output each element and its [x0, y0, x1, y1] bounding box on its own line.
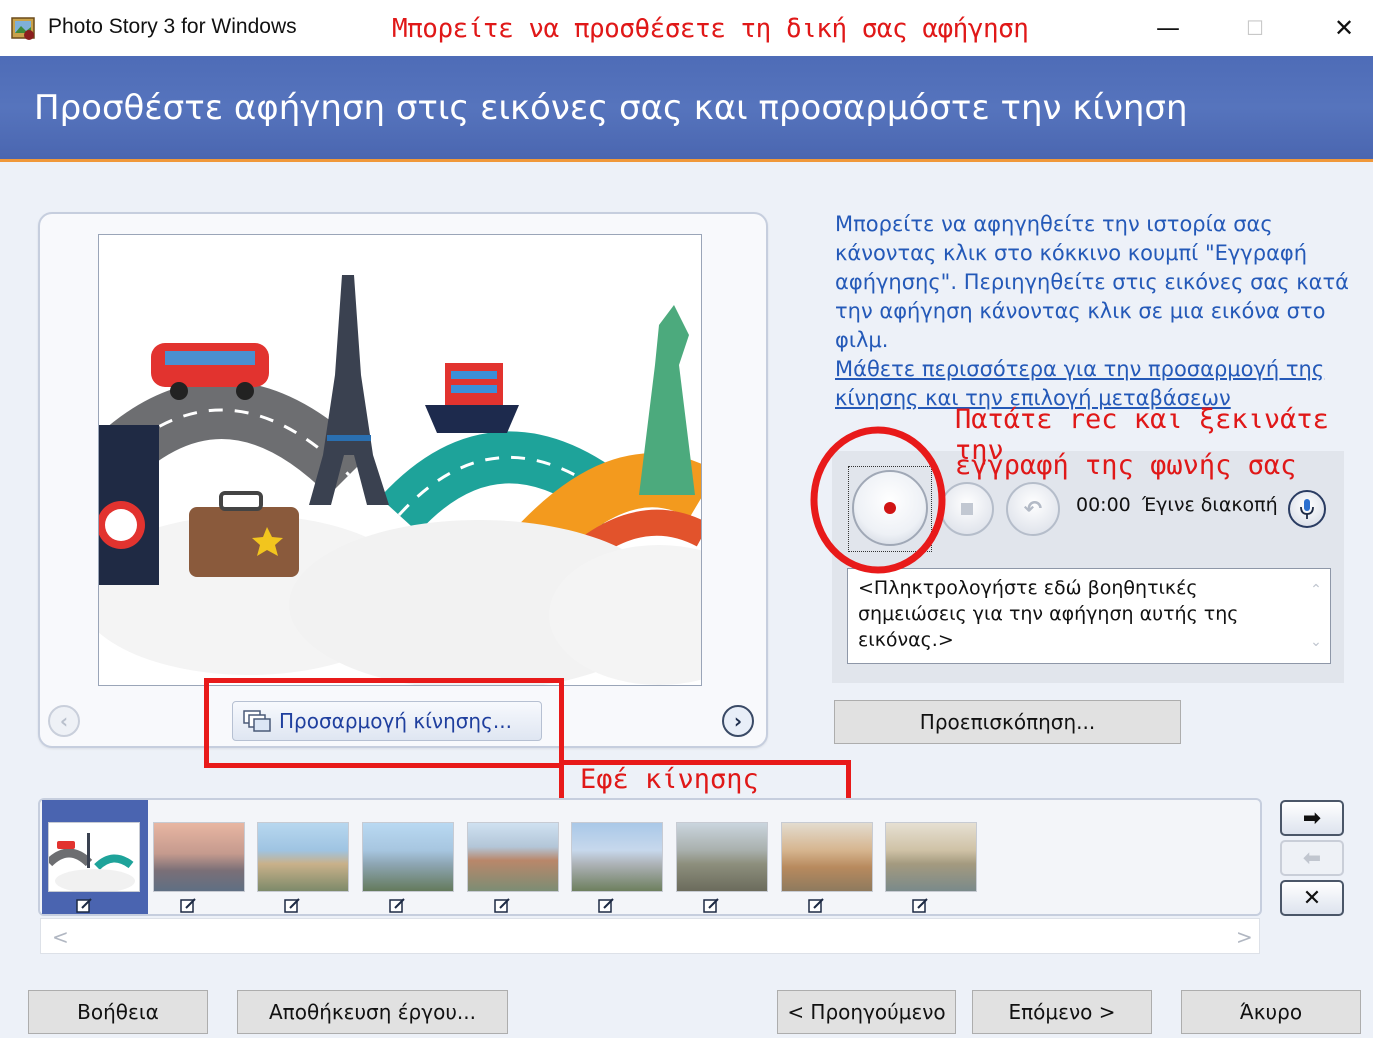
stop-icon	[961, 503, 973, 515]
minimize-button[interactable]: —	[1145, 8, 1191, 48]
cancel-button[interactable]: Άκυρο	[1181, 990, 1361, 1034]
title-bar: Photo Story 3 for Windows Μπορείτε να πρ…	[0, 0, 1373, 56]
back-button[interactable]: < Προηγούμενο	[777, 990, 956, 1034]
filmstrip-scrollbar[interactable]	[40, 918, 1260, 954]
photo-story-app-icon	[11, 17, 35, 40]
remove-picture-button[interactable]: ✕	[1280, 880, 1344, 916]
arrow-left-icon: ⬅	[1302, 845, 1322, 871]
delete-icon: ✕	[1302, 885, 1322, 911]
thumbnail-city-rooftops[interactable]	[467, 822, 559, 892]
notes-scrollbar[interactable]: ⌃ ⌄	[1304, 571, 1328, 661]
page-title: Προσθέστε αφήγηση στις εικόνες σας και π…	[34, 88, 1188, 128]
edit-thumbnail-icon[interactable]	[598, 897, 616, 913]
travel-illustration-image	[99, 235, 701, 685]
narration-instructions: Μπορείτε να αφηγηθείτε την ιστορία σας κ…	[835, 212, 1349, 352]
annotation-record-hint-line2: εγγραφή της φωνής σας	[955, 450, 1297, 481]
edit-thumbnail-icon[interactable]	[180, 897, 198, 913]
delete-narration-button[interactable]: ↶	[1006, 482, 1060, 536]
annotation-box-motion-button	[204, 678, 564, 768]
microphone-settings-button[interactable]	[1288, 490, 1326, 528]
arrow-right-icon: ➡	[1302, 805, 1322, 831]
thumbnail-budapest-river[interactable]	[153, 822, 245, 892]
edit-thumbnail-icon[interactable]	[808, 897, 826, 913]
thumbnail-arc-de-triomphe[interactable]	[257, 822, 349, 892]
edit-thumbnail-icon[interactable]	[284, 897, 302, 913]
previous-image-button[interactable]: ‹	[48, 705, 80, 737]
edit-thumbnail-icon[interactable]	[389, 897, 407, 913]
edit-thumbnail-icon[interactable]	[494, 897, 512, 913]
thumbnail-eiffel-tower[interactable]	[571, 822, 663, 892]
annotation-motion-effect: Εφέ κίνησης	[580, 764, 759, 795]
microphone-icon	[1300, 499, 1314, 519]
move-picture-right-button[interactable]: ➡	[1280, 800, 1344, 836]
scroll-up-icon[interactable]: ⌃	[1310, 577, 1322, 603]
annotation-circle-record	[810, 426, 946, 574]
thumbnail-travel-illustration[interactable]	[48, 822, 140, 892]
chevron-left-icon: ‹	[59, 709, 69, 733]
wizard-header: Προσθέστε αφήγηση στις εικόνες σας και π…	[0, 56, 1373, 162]
annotation-narration-hint: Μπορείτε να προσθέσετε τη δική σας αφήγη…	[392, 14, 1029, 44]
edit-thumbnail-icon[interactable]	[76, 897, 94, 913]
move-picture-left-button[interactable]: ⬅	[1280, 840, 1344, 876]
chevron-right-icon: ›	[733, 709, 743, 733]
close-button[interactable]: ✕	[1321, 8, 1367, 48]
narration-notes-placeholder: <Πληκτρολογήστε εδώ βοηθητικές σημειώσει…	[858, 577, 1239, 651]
help-button[interactable]: Βοήθεια	[28, 990, 208, 1034]
window-title: Photo Story 3 for Windows	[48, 15, 297, 38]
thumbnail-waterfront-buildings[interactable]	[885, 822, 977, 892]
narration-notes-textarea[interactable]: <Πληκτρολογήστε εδώ βοηθητικές σημειώσει…	[847, 568, 1331, 664]
thumbnail-image	[49, 823, 139, 891]
undo-icon: ↶	[1023, 496, 1043, 522]
next-button[interactable]: Επόμενο >	[972, 990, 1152, 1034]
edit-thumbnail-icon[interactable]	[912, 897, 930, 913]
thumbnail-old-town[interactable]	[676, 822, 768, 892]
next-image-button[interactable]: ›	[722, 705, 754, 737]
save-project-button[interactable]: Αποθήκευση έργου...	[237, 990, 508, 1034]
recording-time: 00:00	[1076, 494, 1131, 516]
recording-status: Έγινε διακοπή	[1142, 494, 1278, 516]
thumbnail-colosseum[interactable]	[781, 822, 873, 892]
thumbnail-chain-bridge[interactable]	[362, 822, 454, 892]
scroll-down-icon[interactable]: ⌄	[1310, 629, 1322, 655]
scroll-left-arrow[interactable]: <	[52, 925, 69, 949]
maximize-button[interactable]: ☐	[1232, 8, 1278, 48]
preview-button[interactable]: Προεπισκόπηση...	[834, 700, 1181, 744]
preview-image	[98, 234, 702, 686]
scroll-right-arrow[interactable]: >	[1236, 925, 1253, 949]
edit-thumbnail-icon[interactable]	[703, 897, 721, 913]
